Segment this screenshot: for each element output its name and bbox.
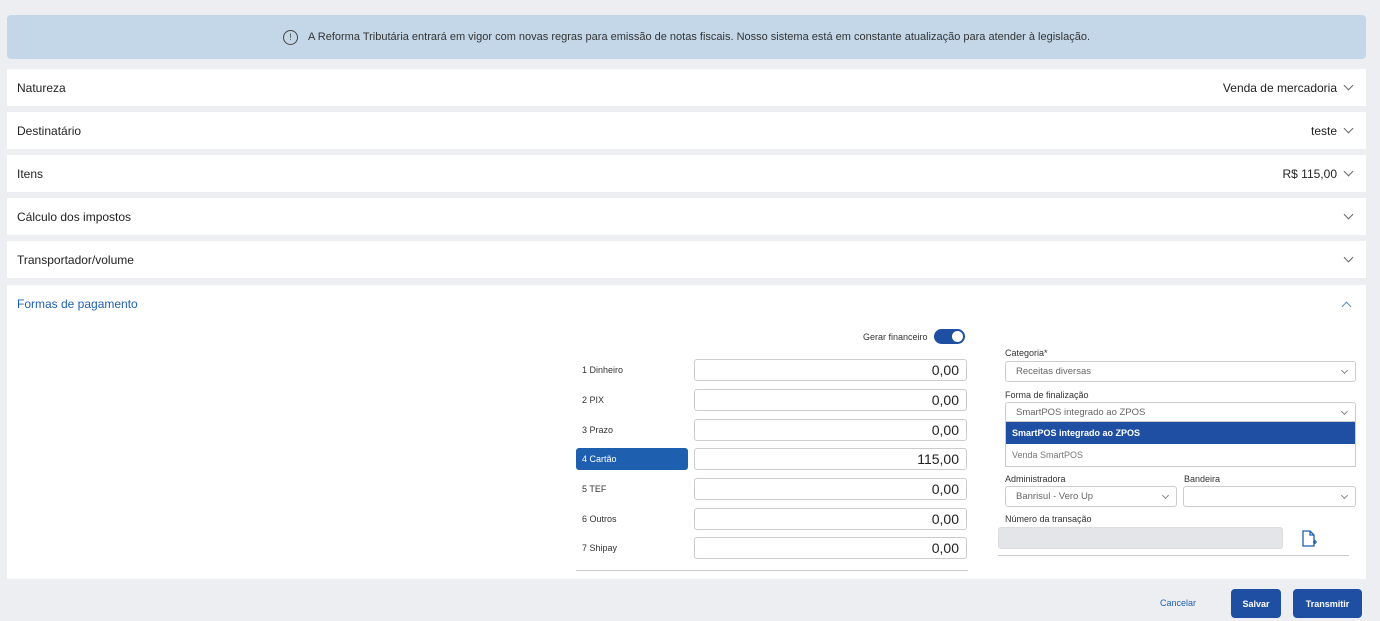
document-add-icon[interactable]	[1300, 530, 1318, 548]
section-title: Natureza	[17, 80, 66, 95]
categoria-select[interactable]: Receitas diversas	[1005, 361, 1356, 382]
payment-method-label[interactable]: 7 Shipay	[576, 537, 688, 559]
transmit-button[interactable]: Transmitir	[1293, 589, 1362, 618]
administradora-label: Administradora	[1005, 474, 1066, 484]
section-title: Itens	[17, 166, 44, 181]
cancel-button[interactable]: Cancelar	[1160, 589, 1196, 617]
bandeira-select[interactable]	[1183, 486, 1356, 507]
section-itens[interactable]: Itens R$ 115,00	[7, 155, 1366, 192]
payment-amount-input[interactable]: 0,00	[694, 419, 967, 441]
chevron-down-icon	[1343, 209, 1354, 220]
payment-method-label[interactable]: 6 Outros	[576, 508, 688, 530]
chevron-down-icon	[1343, 80, 1354, 91]
payment-row-shipay: 7 Shipay 0,00	[576, 537, 968, 559]
payment-amount-input[interactable]: 115,00	[694, 448, 967, 470]
payment-method-label[interactable]: 5 TEF	[576, 478, 688, 500]
payment-row-dinheiro: 1 Dinheiro 0,00	[576, 359, 968, 381]
chevron-down-icon	[1340, 491, 1349, 500]
gerar-financeiro-toggle-wrap: Gerar financeiro	[863, 329, 965, 344]
transacao-input[interactable]	[998, 527, 1283, 549]
administradora-select[interactable]: Banrisul - Vero Up	[1005, 486, 1177, 507]
dropdown-option[interactable]: SmartPOS integrado ao ZPOS	[1006, 422, 1355, 444]
chevron-down-icon	[1340, 366, 1349, 375]
section-title: Destinatário	[17, 123, 82, 138]
section-value: R$ 115,00	[1282, 166, 1338, 181]
transacao-label: Número da transação	[1005, 514, 1092, 524]
finalizacao-label: Forma de finalização	[1005, 390, 1089, 400]
payment-row-tef: 5 TEF 0,00	[576, 478, 968, 500]
chevron-down-icon	[1343, 166, 1354, 177]
payment-row-prazo: 3 Prazo 0,00	[576, 419, 968, 441]
chevron-up-icon[interactable]	[1341, 301, 1352, 312]
section-title: Transportador/volume	[17, 252, 134, 267]
categoria-label: Categoria*	[1005, 348, 1048, 358]
categoria-value: Receitas diversas	[1016, 366, 1091, 377]
payment-title[interactable]: Formas de pagamento	[17, 297, 138, 311]
dropdown-option[interactable]: Venda SmartPOS	[1006, 444, 1355, 466]
bandeira-label: Bandeira	[1184, 474, 1221, 484]
banner-text: A Reforma Tributária entrará em vigor co…	[308, 31, 1090, 43]
section-destinatario[interactable]: Destinatário teste	[7, 112, 1366, 149]
payment-method-label[interactable]: 2 PIX	[576, 389, 688, 411]
finalizacao-value: SmartPOS integrado ao ZPOS	[1016, 407, 1146, 418]
section-title: Cálculo dos impostos	[17, 209, 132, 224]
administradora-value: Banrisul - Vero Up	[1016, 491, 1094, 502]
payment-amount-input[interactable]: 0,00	[694, 537, 967, 559]
payment-row-cartao: 4 Cartão 115,00	[576, 448, 968, 470]
payment-amount-input[interactable]: 0,00	[694, 478, 967, 500]
divider	[576, 570, 968, 571]
finalizacao-dropdown: SmartPOS integrado ao ZPOS Venda SmartPO…	[1005, 421, 1356, 467]
section-value: Venda de mercadoria	[1222, 80, 1337, 95]
info-banner: ! A Reforma Tributária entrará em vigor …	[7, 15, 1366, 59]
payment-method-label[interactable]: 1 Dinheiro	[576, 359, 688, 381]
section-value: teste	[1310, 123, 1337, 138]
info-circle-icon: !	[283, 29, 298, 45]
chevron-down-icon	[1161, 491, 1170, 500]
divider	[998, 555, 1349, 556]
payment-amount-input[interactable]: 0,00	[694, 508, 967, 530]
toggle-knob	[951, 331, 963, 342]
payment-row-outros: 6 Outros 0,00	[576, 508, 968, 530]
section-calculo-impostos[interactable]: Cálculo dos impostos	[7, 198, 1366, 235]
save-button[interactable]: Salvar	[1231, 589, 1281, 618]
section-transportador[interactable]: Transportador/volume	[7, 241, 1366, 278]
chevron-down-icon	[1343, 252, 1354, 263]
payment-method-label[interactable]: 4 Cartão	[576, 448, 688, 470]
finalizacao-select[interactable]: SmartPOS integrado ao ZPOS	[1005, 402, 1356, 423]
payment-amount-input[interactable]: 0,00	[694, 389, 967, 411]
section-natureza[interactable]: Natureza Venda de mercadoria	[7, 69, 1366, 106]
payment-row-pix: 2 PIX 0,00	[576, 389, 968, 411]
chevron-down-icon	[1340, 407, 1349, 416]
toggle-label: Gerar financeiro	[863, 331, 928, 342]
payment-amount-input[interactable]: 0,00	[694, 359, 967, 381]
chevron-down-icon	[1343, 123, 1354, 134]
gerar-financeiro-toggle[interactable]	[933, 329, 965, 344]
payment-method-label[interactable]: 3 Prazo	[576, 419, 688, 441]
